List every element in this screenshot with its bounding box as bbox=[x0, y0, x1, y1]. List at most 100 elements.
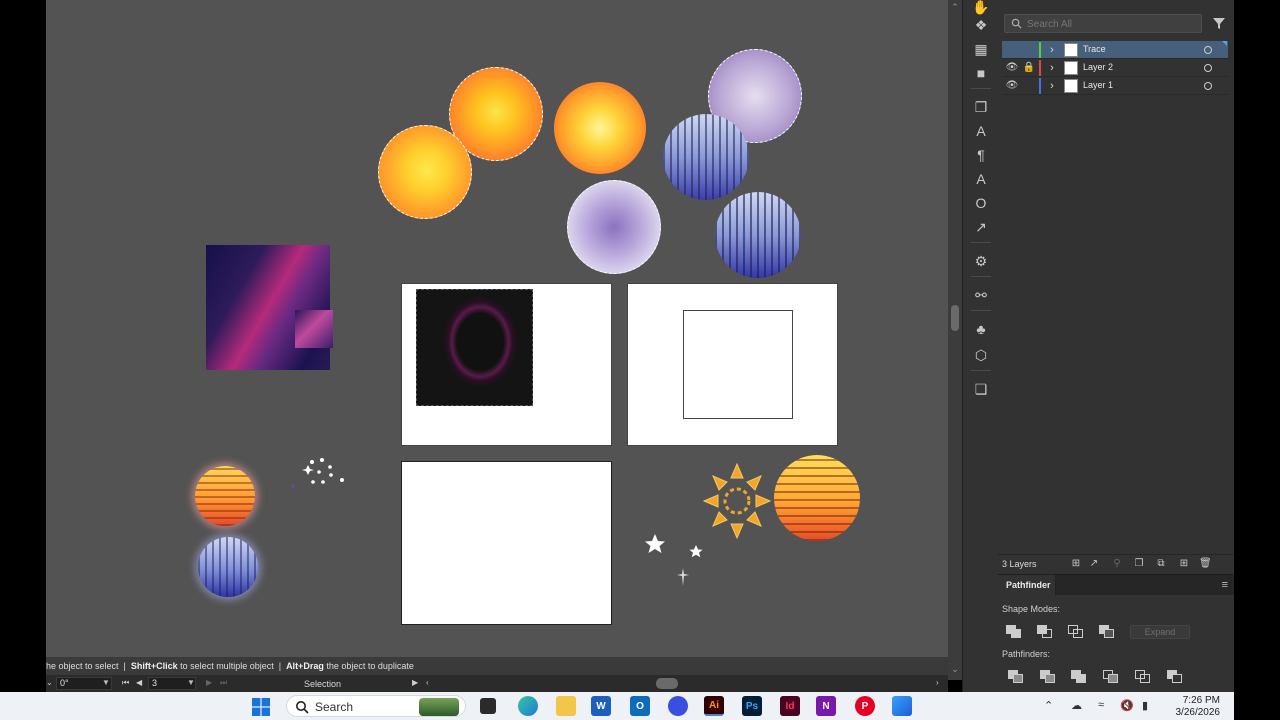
divide-button[interactable] bbox=[1008, 670, 1024, 684]
intersect-button[interactable] bbox=[1068, 625, 1084, 639]
edge-icon[interactable] bbox=[518, 696, 538, 716]
chevron-right-icon[interactable]: › bbox=[1046, 59, 1058, 77]
trash-icon[interactable]: 🗑 bbox=[1199, 558, 1212, 570]
volume-muted-icon[interactable]: 🔇 bbox=[1120, 699, 1134, 712]
next-artboard-icon[interactable]: ▶ bbox=[206, 678, 212, 687]
tab-pathfinder[interactable]: Pathfinder bbox=[998, 575, 1056, 595]
paragraph-icon[interactable]: ¶ bbox=[969, 144, 993, 166]
merge-button[interactable] bbox=[1071, 670, 1087, 684]
illustrator-icon[interactable]: Ai bbox=[704, 696, 724, 716]
sparkle-stars[interactable] bbox=[286, 455, 356, 495]
mesh-gradient-small-square[interactable] bbox=[295, 310, 333, 348]
layer-row-trace[interactable]: › Trace bbox=[1002, 41, 1228, 59]
last-artboard-icon[interactable]: ⏭ bbox=[220, 678, 227, 688]
3d-icon[interactable]: ⬡ bbox=[969, 344, 993, 366]
character-icon[interactable]: A bbox=[969, 120, 993, 142]
eye-icon[interactable]: 👁 bbox=[1005, 61, 1019, 75]
wifi-icon[interactable]: ≈ bbox=[1098, 699, 1104, 711]
glow-orange-circle[interactable] bbox=[195, 466, 255, 526]
new-sublayer-icon[interactable]: ⧉ bbox=[1155, 558, 1167, 570]
taskbar-search[interactable]: Search bbox=[286, 695, 466, 717]
opentype-icon[interactable]: O bbox=[969, 192, 993, 214]
patterned-blue-circle-1[interactable] bbox=[663, 114, 749, 200]
task-view-icon[interactable] bbox=[480, 698, 496, 714]
asset-export-icon[interactable]: ❐ bbox=[969, 96, 993, 118]
chevron-up-icon[interactable]: ⌃ bbox=[1044, 699, 1053, 712]
outlook-icon[interactable]: O bbox=[630, 696, 650, 716]
scroll-up-arrow[interactable]: ⌃ bbox=[950, 2, 960, 12]
windows-start-icon[interactable] bbox=[252, 698, 270, 716]
copilot-icon[interactable] bbox=[668, 696, 688, 716]
layer-row-layer-1[interactable]: 👁 › Layer 1 bbox=[1002, 77, 1228, 95]
mosaic-lavender-circle[interactable] bbox=[567, 180, 661, 274]
file-explorer-icon[interactable] bbox=[556, 696, 576, 716]
lock-icon[interactable]: 🔒 bbox=[1022, 61, 1036, 75]
scroll-down-arrow[interactable]: ⌄ bbox=[950, 664, 960, 674]
layer-name[interactable]: Trace bbox=[1083, 44, 1106, 54]
layers-search-input[interactable] bbox=[1027, 17, 1197, 31]
layer-row-layer-2[interactable]: 👁 🔒 › Layer 2 bbox=[1002, 59, 1228, 77]
export-icon[interactable]: ↗ bbox=[1088, 558, 1100, 570]
scroll-left-arrow[interactable]: ‹ bbox=[426, 678, 429, 687]
canvas[interactable] bbox=[46, 0, 948, 657]
orange-sun-pattern[interactable] bbox=[702, 462, 772, 540]
glow-blue-circle[interactable] bbox=[198, 537, 258, 597]
links-icon[interactable]: ⚯ bbox=[969, 284, 993, 306]
clipping-mask-icon[interactable]: ❐ bbox=[1133, 558, 1145, 570]
indesign-icon[interactable]: Id bbox=[780, 696, 800, 716]
exclude-button[interactable] bbox=[1099, 625, 1115, 639]
first-artboard-icon[interactable]: ⏮ bbox=[122, 678, 129, 688]
collect-export-icon[interactable]: ⊞ bbox=[1070, 558, 1082, 570]
swatches-icon[interactable]: ▦ bbox=[969, 38, 993, 60]
onenote-icon[interactable]: N bbox=[816, 696, 836, 716]
status-dropdown-icon[interactable]: ⌄ bbox=[46, 678, 53, 687]
artboard-1[interactable] bbox=[401, 283, 612, 446]
taskbar-clock[interactable]: 7:26 PM 3/26/2026 bbox=[1166, 695, 1221, 719]
artboard-3[interactable] bbox=[401, 461, 612, 625]
vertical-scroll-thumb[interactable] bbox=[951, 305, 959, 331]
photos-icon[interactable] bbox=[892, 696, 912, 716]
cloud-icon[interactable]: ☁ bbox=[1071, 699, 1082, 712]
patterned-orange-circle[interactable] bbox=[774, 455, 860, 541]
prev-artboard-icon[interactable]: ◀ bbox=[136, 678, 142, 687]
target-circle-icon[interactable] bbox=[1204, 64, 1212, 72]
eye-icon[interactable]: 👁 bbox=[1005, 79, 1019, 93]
mosaic-orange-circle-2[interactable] bbox=[378, 125, 472, 219]
minus-front-button[interactable] bbox=[1037, 625, 1053, 639]
artboard-2[interactable] bbox=[627, 283, 838, 446]
chevron-right-icon[interactable]: › bbox=[1046, 41, 1058, 59]
patterned-blue-circle-2[interactable] bbox=[715, 192, 801, 278]
locate-object-icon[interactable]: ⚲ bbox=[1111, 558, 1123, 570]
image-trace-icon[interactable]: ⚙ bbox=[969, 250, 993, 272]
outline-button[interactable] bbox=[1135, 670, 1151, 684]
unite-button[interactable] bbox=[1006, 625, 1022, 639]
new-layer-icon[interactable]: ⊞ bbox=[1178, 558, 1190, 570]
chevron-down-icon[interactable]: ▼ bbox=[102, 678, 110, 687]
horizontal-scroll-thumb[interactable] bbox=[656, 678, 678, 689]
gradient-icon[interactable]: ■ bbox=[969, 62, 993, 84]
target-circle-icon[interactable] bbox=[1204, 46, 1212, 54]
layer-name[interactable]: Layer 1 bbox=[1083, 80, 1113, 90]
pathfinder-icon[interactable]: ❏ bbox=[969, 378, 993, 400]
vertical-scrollbar[interactable]: ⌃ ⌄ bbox=[948, 0, 962, 680]
appearance-icon[interactable]: ❖ bbox=[969, 14, 993, 36]
character-styles-icon[interactable]: A bbox=[969, 168, 993, 190]
battery-icon[interactable]: ▮ bbox=[1142, 699, 1148, 712]
panel-menu-icon[interactable]: ≡ bbox=[1222, 579, 1228, 591]
mesh-gradient-square[interactable] bbox=[206, 245, 330, 370]
filter-icon[interactable] bbox=[1212, 16, 1226, 30]
gradient-sun-circle[interactable] bbox=[554, 82, 646, 174]
empty-frame-rect[interactable] bbox=[683, 310, 793, 419]
pinterest-icon[interactable]: P bbox=[855, 696, 875, 716]
crop-button[interactable] bbox=[1103, 670, 1119, 684]
minus-back-button[interactable] bbox=[1167, 670, 1183, 684]
layers-search[interactable] bbox=[1004, 14, 1202, 33]
export-icon[interactable]: ↗ bbox=[969, 216, 993, 238]
white-stars[interactable] bbox=[642, 532, 712, 588]
chevron-right-icon[interactable]: › bbox=[1046, 77, 1058, 95]
target-circle-icon[interactable] bbox=[1204, 82, 1212, 90]
status-menu-arrow[interactable]: ▶ bbox=[412, 678, 418, 687]
trim-button[interactable] bbox=[1040, 670, 1056, 684]
layer-name[interactable]: Layer 2 bbox=[1083, 62, 1113, 72]
photoshop-icon[interactable]: Ps bbox=[742, 696, 762, 716]
